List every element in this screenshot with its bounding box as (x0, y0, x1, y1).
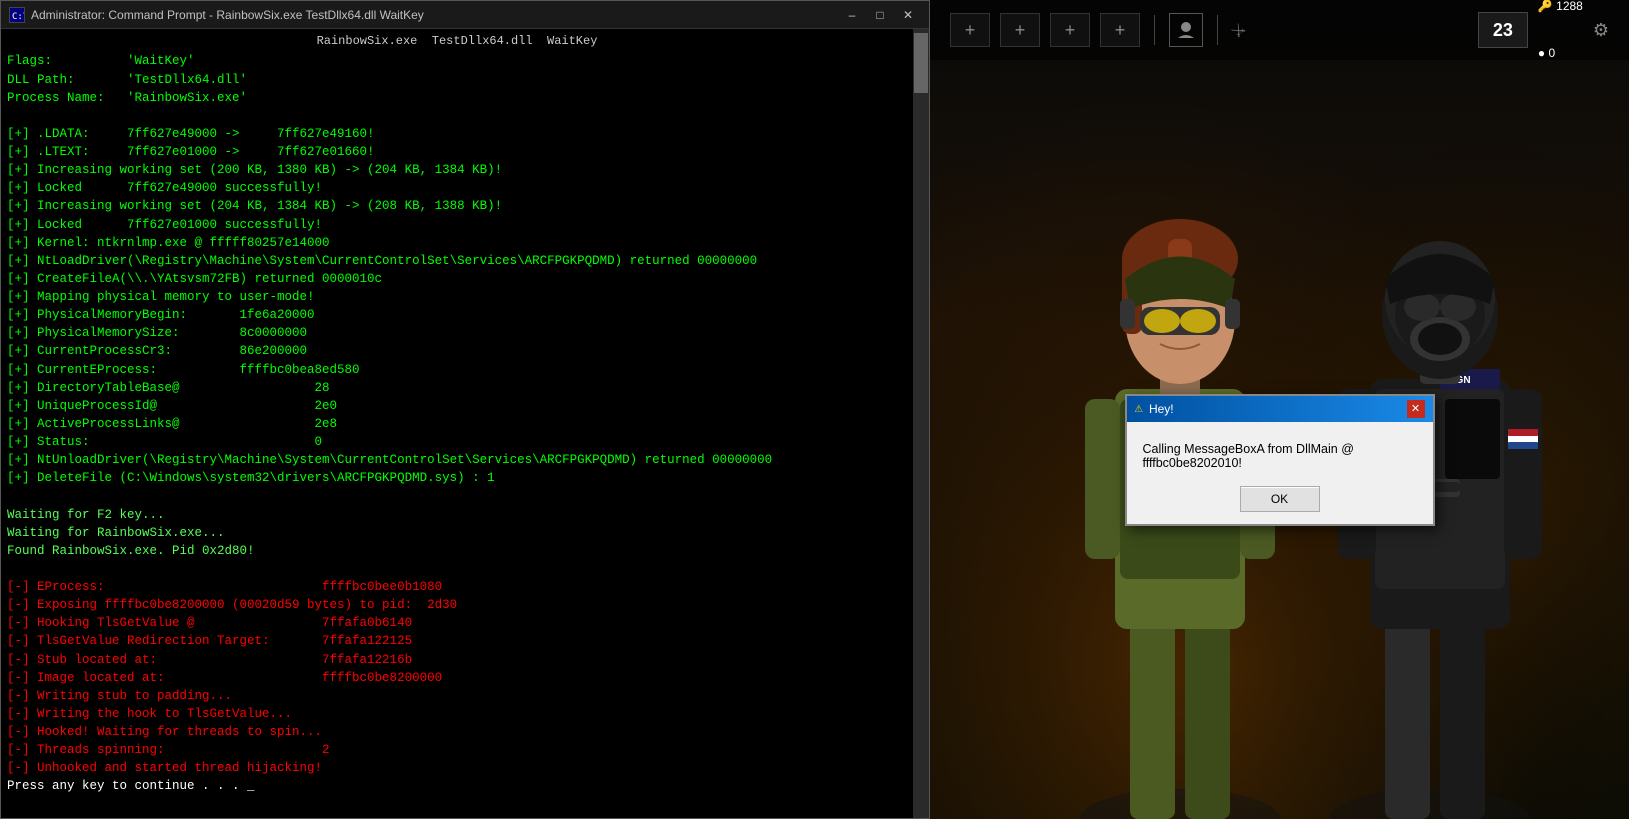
hud-level-badge: 23 (1478, 12, 1528, 48)
cmd-line-12: [+] CreateFileA(\\.\YAtsvsm72FB) returne… (7, 270, 907, 288)
cmd-window: C:\ Administrator: Command Prompt - Rain… (0, 0, 930, 819)
msgbox: ⚠ Hey! ✕ Calling MessageBoxA from DllMai… (1125, 394, 1435, 526)
cmd-close-button[interactable]: ✕ (895, 5, 921, 25)
cmd-line-5: [+] .LTEXT: 7ff627e01000 -> 7ff627e01660… (7, 143, 907, 161)
cmd-line-7: [+] Locked 7ff627e49000 successfully! (7, 179, 907, 197)
cmd-line-40: Press any key to continue . . . _ (7, 777, 907, 795)
hud-profile-icon[interactable] (1169, 13, 1203, 47)
cmd-line-27: Found RainbowSix.exe. Pid 0x2d80! (7, 542, 907, 560)
hud-plus-btn-4[interactable]: + (1100, 13, 1140, 47)
cmd-line-39: [-] Unhooked and started thread hijackin… (7, 759, 907, 777)
cmd-line-18: [+] DirectoryTableBase@ 28 (7, 379, 907, 397)
cmd-minimize-button[interactable]: – (839, 5, 865, 25)
scrollbar-thumb[interactable] (914, 33, 928, 93)
game-hud: + + + + ⚔ 23 🔑 231288 ● 0 ⚙ (930, 0, 1629, 60)
cmd-line-2: Process Name: 'RainbowSix.exe' (7, 89, 907, 107)
cmd-line-13: [+] Mapping physical memory to user-mode… (7, 288, 907, 306)
cmd-line-17: [+] CurrentEProcess: ffffbc0bea8ed580 (7, 361, 907, 379)
cmd-line-34: [-] Image located at: ffffbc0be8200000 (7, 669, 907, 687)
cmd-line-4: [+] .LDATA: 7ff627e49000 -> 7ff627e49160… (7, 125, 907, 143)
cmd-content: RainbowSix.exe TestDllx64.dll WaitKey Fl… (1, 29, 913, 818)
cmd-line-38: [-] Threads spinning: 2 (7, 741, 907, 759)
cmd-center-title: RainbowSix.exe TestDllx64.dll WaitKey (7, 33, 907, 50)
cmd-line-35: [-] Writing stub to padding... (7, 687, 907, 705)
msgbox-title-text: Hey! (1149, 402, 1407, 416)
cmd-line-37: [-] Hooked! Waiting for threads to spin.… (7, 723, 907, 741)
hud-divider-2 (1217, 15, 1218, 45)
cmd-line-28 (7, 560, 907, 578)
cmd-line-36: [-] Writing the hook to TlsGetValue... (7, 705, 907, 723)
cmd-line-26: Waiting for RainbowSix.exe... (7, 524, 907, 542)
cmd-line-32: [-] TlsGetValue Redirection Target: 7ffa… (7, 632, 907, 650)
cmd-maximize-button[interactable]: □ (867, 5, 893, 25)
hud-plus-btn-2[interactable]: + (1000, 13, 1040, 47)
cmd-line-11: [+] NtLoadDriver(\Registry\Machine\Syste… (7, 252, 907, 270)
game-window: GIGN + + + + (930, 0, 1629, 819)
cmd-line-22: [+] NtUnloadDriver(\Registry\Machine\Sys… (7, 451, 907, 469)
cmd-line-0: Flags: 'WaitKey' (7, 52, 907, 70)
cmd-scrollbar-area: RainbowSix.exe TestDllx64.dll WaitKey Fl… (1, 29, 929, 818)
cmd-title-text: Administrator: Command Prompt - RainbowS… (31, 8, 839, 22)
cmd-line-25: Waiting for F2 key... (7, 506, 907, 524)
cmd-line-33: [-] Stub located at: 7ffafa12216b (7, 651, 907, 669)
cmd-line-30: [-] Exposing ffffbc0be8200000 (00020d59 … (7, 596, 907, 614)
msgbox-message-text: Calling MessageBoxA from DllMain @ ffffb… (1143, 442, 1417, 470)
cmd-line-20: [+] ActiveProcessLinks@ 2e8 (7, 415, 907, 433)
hud-r6-credits: 🔑 231288 (1538, 0, 1583, 14)
cmd-line-23: [+] DeleteFile (C:\Windows\system32\driv… (7, 469, 907, 487)
cmd-line-1: DLL Path: 'TestDllx64.dll' (7, 71, 907, 89)
hud-currency-area: 🔑 231288 ● 0 (1538, 0, 1583, 61)
cmd-line-8: [+] Increasing working set (204 KB, 1384… (7, 197, 907, 215)
cmd-line-31: [-] Hooking TlsGetValue @ 7ffafa0b6140 (7, 614, 907, 632)
cmd-scrollbar[interactable] (913, 29, 929, 818)
cmd-line-21: [+] Status: 0 (7, 433, 907, 451)
cmd-line-14: [+] PhysicalMemoryBegin: 1fe6a20000 (7, 306, 907, 324)
cmd-line-24 (7, 487, 907, 505)
cmd-line-9: [+] Locked 7ff627e01000 successfully! (7, 216, 907, 234)
hud-plus-btn-3[interactable]: + (1050, 13, 1090, 47)
cmd-icon: C:\ (9, 7, 25, 23)
cmd-titlebar: C:\ Administrator: Command Prompt - Rain… (1, 1, 929, 29)
cmd-line-19: [+] UniqueProcessId@ 2e0 (7, 397, 907, 415)
hud-knife-icon: ⚔ (1225, 17, 1252, 44)
cmd-line-15: [+] PhysicalMemorySize: 8c0000000 (7, 324, 907, 342)
msgbox-ok-button[interactable]: OK (1240, 486, 1320, 512)
hud-coins: ● 0 (1538, 46, 1555, 62)
svg-text:C:\: C:\ (12, 12, 24, 22)
cmd-line-3 (7, 107, 907, 125)
cmd-line-29: [-] EProcess: ffffbc0bee0b1080 (7, 578, 907, 596)
hud-gear-button[interactable]: ⚙ (1593, 20, 1609, 41)
cmd-titlebar-buttons: – □ ✕ (839, 5, 921, 25)
msgbox-close-button[interactable]: ✕ (1407, 400, 1425, 418)
msgbox-body: Calling MessageBoxA from DllMain @ ffffb… (1127, 422, 1433, 524)
cmd-line-16: [+] CurrentProcessCr3: 86e200000 (7, 342, 907, 360)
hud-divider-1 (1154, 15, 1155, 45)
msgbox-titlebar: ⚠ Hey! ✕ (1127, 396, 1433, 422)
msgbox-warning-icon: ⚠ (1135, 400, 1143, 417)
hud-plus-btn-1[interactable]: + (950, 13, 990, 47)
cmd-line-10: [+] Kernel: ntkrnlmp.exe @ fffff80257e14… (7, 234, 907, 252)
cmd-line-6: [+] Increasing working set (200 KB, 1380… (7, 161, 907, 179)
